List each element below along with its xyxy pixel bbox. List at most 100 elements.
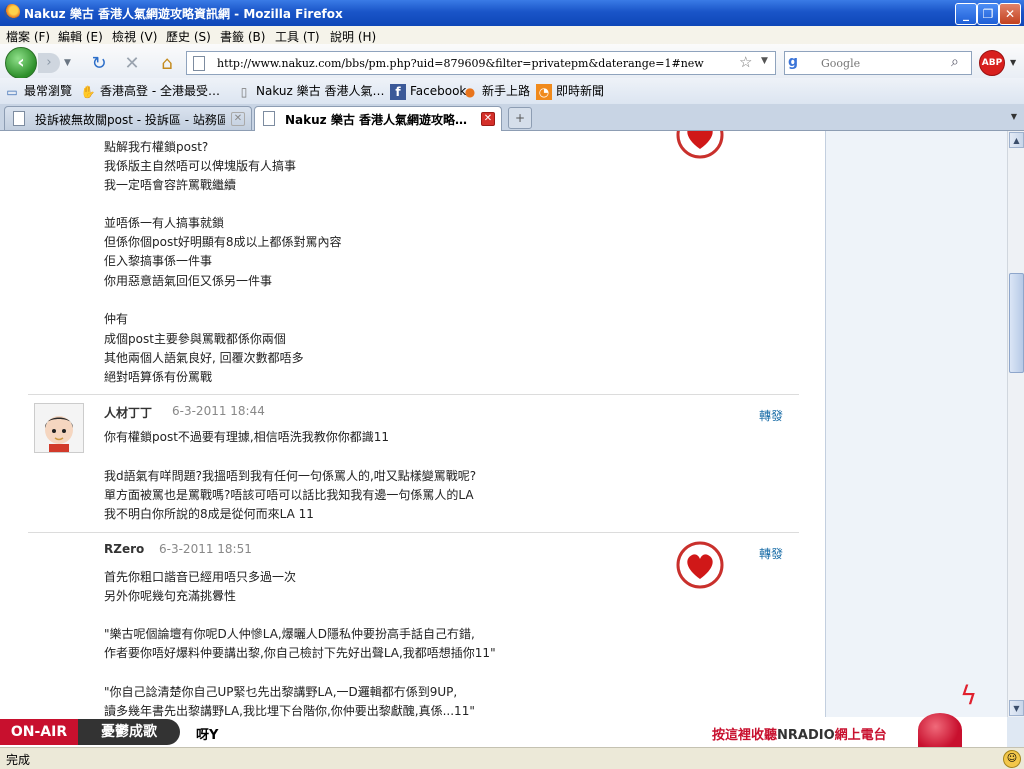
bookmark-golden[interactable]: ✋ 香港高登 - 全港最受…: [80, 82, 220, 100]
scroll-thumb[interactable]: [1009, 273, 1024, 373]
facebook-icon: f: [390, 83, 406, 100]
history-dropdown-icon[interactable]: ▼: [64, 53, 78, 73]
message-line: 仲有: [104, 312, 129, 326]
page-icon: [193, 56, 205, 71]
menu-bar: 檔案 (F) 編輯 (E) 檢視 (V) 歷史 (S) 書籤 (B) 工具 (T…: [0, 26, 1024, 44]
message-line: 佢入黎搞事係一件事: [104, 254, 213, 268]
message-line: 並唔係一有人搞事就鎖: [104, 216, 225, 230]
scroll-down-button[interactable]: ▼: [1009, 700, 1024, 716]
avatar-heart: [676, 131, 724, 159]
forward-link[interactable]: 轉發: [759, 545, 783, 562]
search-icon[interactable]: ⌕: [951, 54, 959, 70]
menu-bookmarks[interactable]: 書籤 (B): [220, 28, 265, 45]
url-dropdown-icon[interactable]: ▼: [761, 56, 768, 66]
firefox-icon: ●: [464, 84, 476, 99]
search-bar[interactable]: g ⌕: [784, 51, 972, 75]
message-line: 絕對唔算係有份罵戰: [104, 370, 213, 384]
smiley-icon[interactable]: ☺: [1003, 750, 1021, 768]
rss-icon: ◔: [536, 83, 552, 100]
adblock-icon[interactable]: ABP: [979, 50, 1005, 76]
page-content: 點解我冇權鎖post? 我係版主自然唔可以俾塊版有人搞事 我一定唔會容許罵戰繼續…: [0, 131, 1007, 717]
address-bar[interactable]: ☆ ▼: [186, 51, 776, 75]
right-sidebar: [825, 131, 1007, 717]
radio-banner[interactable]: ON-AIR 憂鬱成歌 呀Y 按這裡收聽NRADIO網上電台 ϟ: [0, 681, 1007, 747]
maximize-button[interactable]: ❐: [977, 3, 999, 25]
menu-help[interactable]: 說明 (H): [330, 28, 376, 45]
message-line: 成個post主要參與罵戰都係你兩個: [104, 332, 286, 346]
bookmark-facebook[interactable]: f Facebook: [390, 82, 466, 100]
bookmark-most-visited[interactable]: ▭ 最常瀏覽: [4, 82, 72, 100]
bookmark-nakuz[interactable]: ▯ Nakuz 樂古 香港人氣…: [236, 82, 385, 100]
message-line: 我d語氣有咩問題?我搵唔到我有任何一句係罵人的,咁又點樣變罵戰呢?: [104, 469, 477, 483]
bookmark-icon: ▭: [6, 84, 18, 99]
lightning-icon: ϟ: [960, 681, 978, 711]
message-line: 其他兩個人語氣良好, 回覆次數都唔多: [104, 351, 304, 365]
google-icon[interactable]: g: [788, 54, 806, 72]
divider: [28, 532, 799, 533]
message-line: 你用惡意語氣回佢又係另一件事: [104, 274, 273, 288]
navigation-toolbar: ‹ › ▼ ↻ ✕ ⌂ ☆ ▼ g ⌕ ABP ▼: [0, 44, 1024, 79]
status-text: 完成: [6, 753, 31, 767]
window-title-bar: Nakuz 樂古 香港人氣網遊攻略資訊網 - Mozilla Firefox _…: [0, 0, 1024, 26]
divider: [28, 394, 799, 395]
new-tab-button[interactable]: +: [508, 107, 532, 129]
window-title: Nakuz 樂古 香港人氣網遊攻略資訊網 - Mozilla Firefox: [24, 7, 343, 21]
message-line: "你自己諗清楚你自己UP緊乜先出黎講野LA,一D邏輯都冇係到9UP,: [104, 685, 458, 699]
status-bar: 完成 ☺: [0, 747, 1024, 769]
message-column: 點解我冇權鎖post? 我係版主自然唔可以俾塊版有人搞事 我一定唔會容許罵戰繼續…: [0, 131, 825, 717]
listen-link[interactable]: 按這裡收聽NRADIO網上電台: [712, 724, 887, 743]
adblock-dropdown-icon[interactable]: ▼: [1010, 58, 1016, 67]
home-icon[interactable]: ⌂: [156, 53, 178, 75]
scroll-up-button[interactable]: ▲: [1009, 132, 1024, 148]
message-line: 首先你粗口諧音已經用唔只多過一次: [104, 570, 297, 584]
radio-logo-icon: [918, 713, 962, 747]
close-window-button[interactable]: ✕: [999, 3, 1021, 25]
stop-icon[interactable]: ✕: [121, 53, 143, 75]
menu-file[interactable]: 檔案 (F): [6, 28, 50, 45]
bookmarks-toolbar: ▭ 最常瀏覽 ✋ 香港高登 - 全港最受… ▯ Nakuz 樂古 香港人氣… f Fac…: [0, 78, 1024, 104]
menu-history[interactable]: 歷史 (S): [166, 28, 211, 45]
hand-icon: ✋: [80, 84, 96, 99]
vertical-scrollbar[interactable]: ▲ ▼: [1007, 131, 1024, 717]
menu-tools[interactable]: 工具 (T): [275, 28, 320, 45]
avatar[interactable]: [34, 403, 84, 453]
post-date: 6-3-2011 18:51: [159, 542, 252, 556]
post-author[interactable]: 人材丁丁: [104, 404, 152, 421]
menu-edit[interactable]: 編輯 (E): [58, 28, 103, 45]
tab-complaint[interactable]: 投訴被無故關post - 投訴區 - 站務區 … ✕: [4, 106, 252, 130]
song-artist: 呀Y: [196, 728, 219, 743]
page-icon: ▯: [240, 84, 248, 99]
tab-nakuz[interactable]: Nakuz 樂古 香港人氣網遊攻略… ✕: [254, 106, 502, 131]
menu-view[interactable]: 檢視 (V): [112, 28, 157, 45]
bookmark-star-icon[interactable]: ☆: [739, 53, 752, 71]
forward-link[interactable]: 轉發: [759, 407, 783, 424]
bookmark-news[interactable]: ◔ 即時新聞: [536, 82, 604, 100]
minimize-button[interactable]: _: [955, 3, 977, 25]
post-author[interactable]: RZero: [104, 542, 144, 556]
post-date: 6-3-2011 18:44: [172, 404, 265, 418]
page-icon: [13, 111, 25, 126]
tab-strip: 投訴被無故關post - 投訴區 - 站務區 … ✕ Nakuz 樂古 香港人氣…: [0, 104, 1024, 131]
message-line: 點解我冇權鎖post?: [104, 140, 209, 154]
bookmark-getting-started[interactable]: ● 新手上路: [462, 82, 530, 100]
message-line: 單方面被罵也是罵戰嗎?唔該可唔可以話比我知我有邊一句係罵人的LA: [104, 488, 474, 502]
song-title: 憂鬱成歌: [78, 719, 180, 745]
close-tab-icon[interactable]: ✕: [231, 112, 245, 126]
message-line: "樂古呢個論壇有你呢D人仲慘LA,爆曬人D隱私仲要扮高手話自己冇錯,: [104, 627, 475, 641]
message-line: 我係版主自然唔可以俾塊版有人搞事: [104, 159, 297, 173]
tab-list-icon[interactable]: ▼: [1006, 107, 1022, 127]
on-air-label: ON-AIR: [0, 719, 78, 745]
search-input[interactable]: [819, 54, 953, 72]
message-line: 我一定唔會容許罵戰繼續: [104, 178, 237, 192]
back-button[interactable]: ‹: [5, 47, 37, 79]
avatar-heart[interactable]: [676, 541, 724, 589]
close-tab-icon[interactable]: ✕: [481, 112, 495, 126]
message-line: 但係你個post好明顯有8成以上都係對罵內容: [104, 235, 342, 249]
url-input[interactable]: [215, 54, 729, 72]
message-line: 你有權鎖post不過要有理據,相信唔洗我教你你都識11: [104, 430, 390, 444]
reload-icon[interactable]: ↻: [88, 53, 110, 75]
message-line: 另外你呢幾句充滿挑釁性: [104, 589, 237, 603]
message-line: 我不明白你所說的8成是從何而來LA 11: [104, 507, 314, 521]
forward-button[interactable]: ›: [38, 53, 60, 73]
page-icon: [263, 111, 275, 126]
